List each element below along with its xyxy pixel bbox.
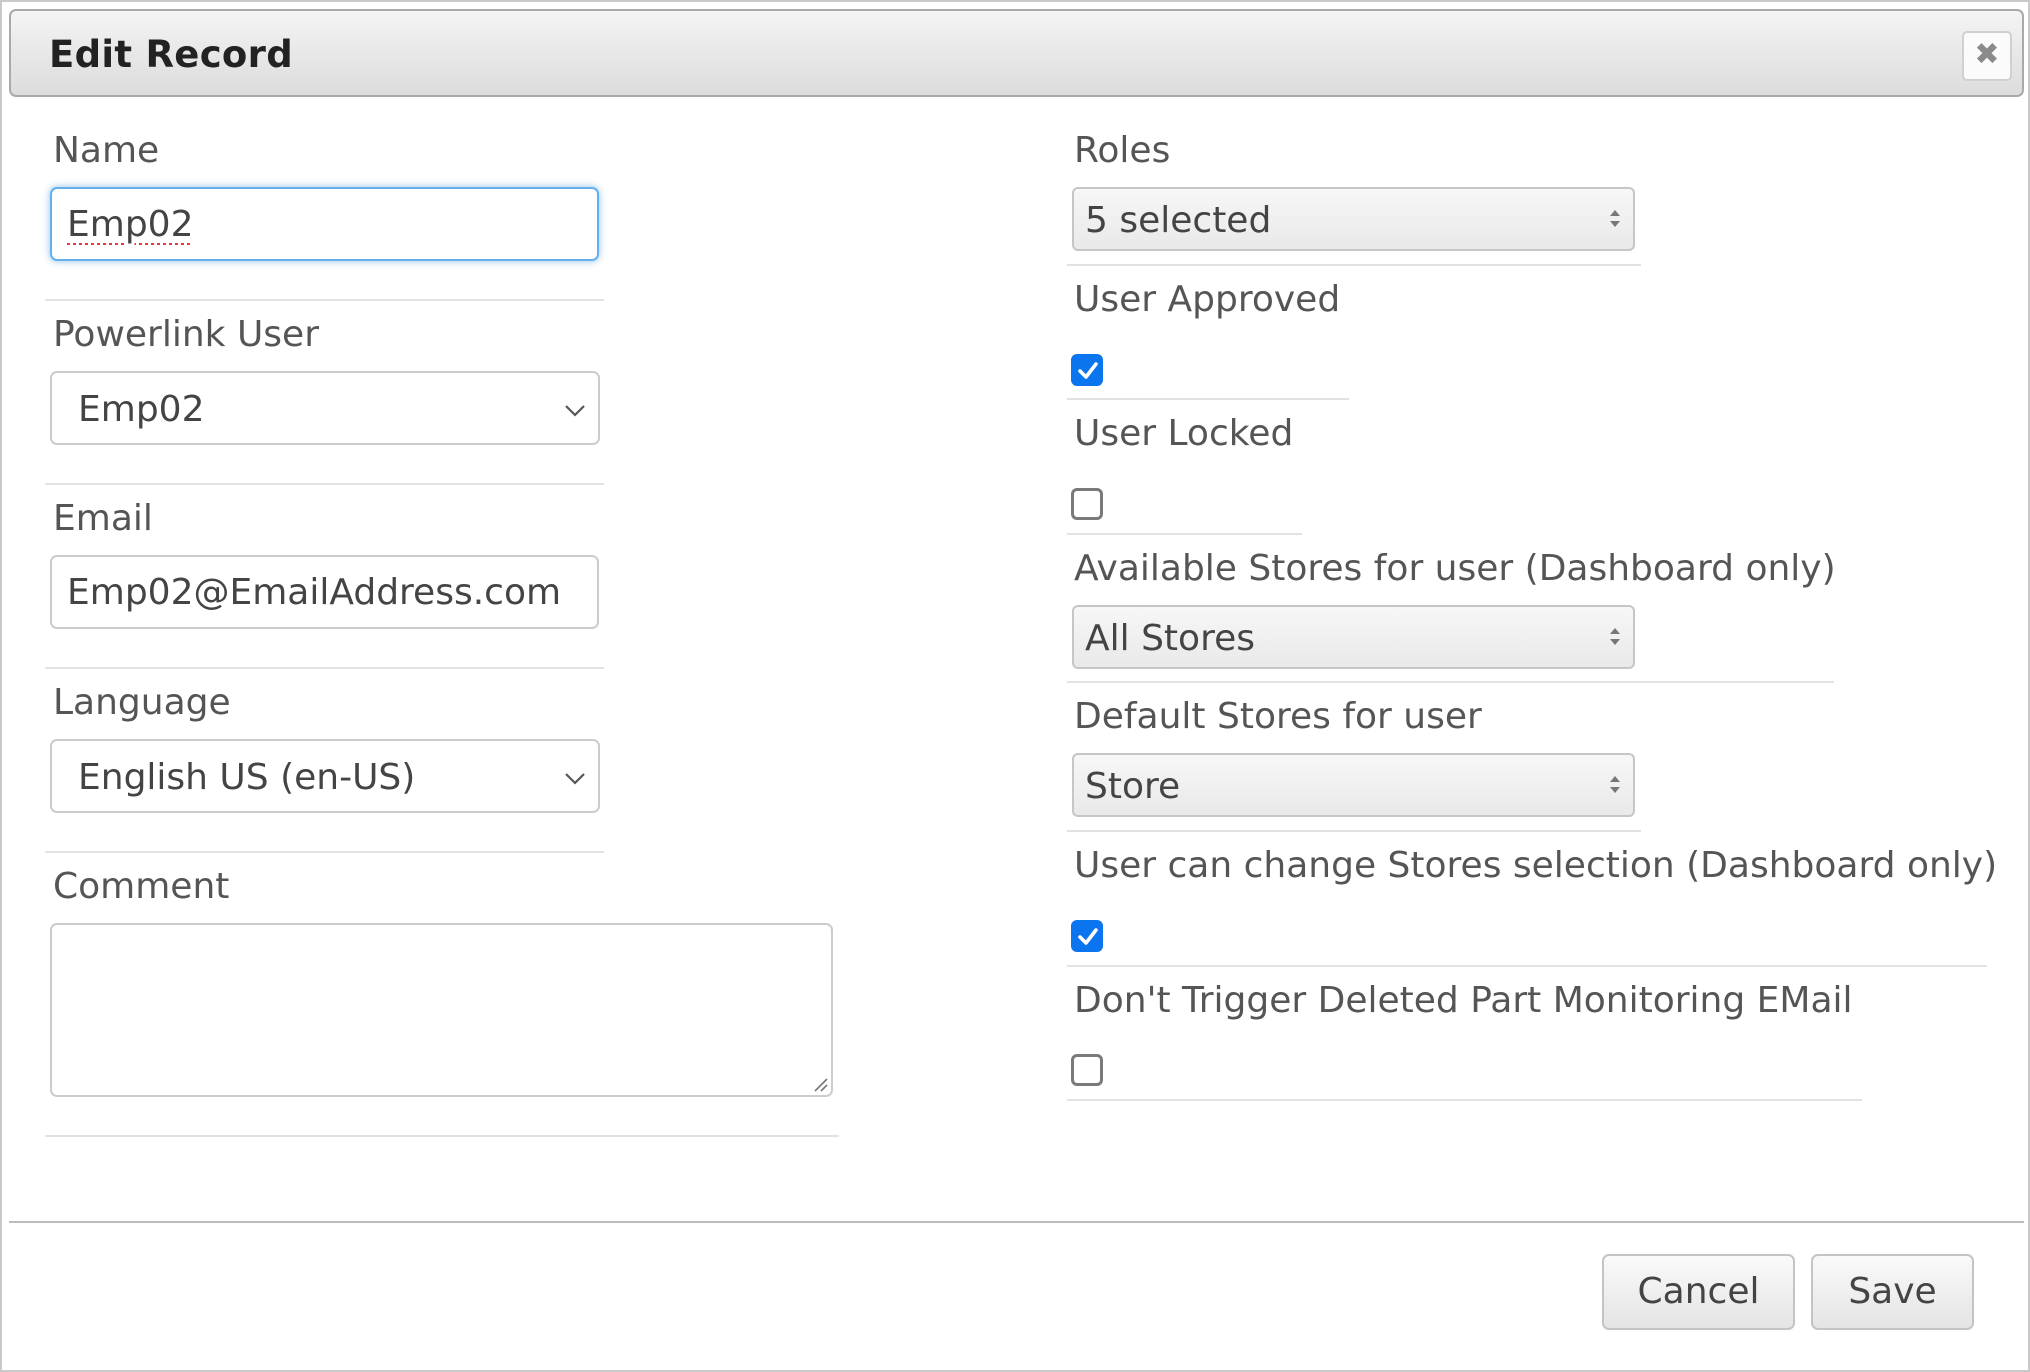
available-stores-label: Available Stores for user (Dashboard onl… (1074, 548, 1836, 589)
dialog-title: Edit Record (49, 33, 293, 76)
roles-value: 5 selected (1085, 200, 1272, 241)
separator (1067, 681, 1834, 683)
checkmark-icon (1078, 928, 1098, 945)
separator (45, 851, 604, 853)
checkmark-icon (1078, 362, 1098, 379)
dont-trigger-email-checkbox[interactable] (1071, 1054, 1103, 1086)
email-field[interactable] (50, 555, 599, 629)
powerlink-user-label: Powerlink User (53, 314, 320, 355)
separator (1067, 965, 1987, 967)
separator (1067, 830, 1641, 832)
separator (45, 299, 604, 301)
dialog-titlebar: Edit Record ✖ (9, 9, 2024, 97)
separator (1067, 1099, 1862, 1101)
resize-handle-icon[interactable] (811, 1075, 829, 1093)
footer-divider (9, 1221, 2024, 1223)
comment-textarea[interactable] (50, 923, 833, 1097)
up-down-arrows-icon (1610, 628, 1620, 645)
available-stores-select[interactable]: All Stores (1072, 605, 1635, 669)
powerlink-user-value: Emp02 (78, 389, 205, 430)
default-stores-value: Store (1085, 766, 1181, 807)
available-stores-value: All Stores (1085, 618, 1255, 659)
edit-record-dialog: Edit Record ✖ Name Powerlink User Emp02 … (0, 0, 2030, 1372)
comment-label: Comment (53, 866, 230, 907)
up-down-arrows-icon (1610, 210, 1620, 227)
roles-label: Roles (1074, 130, 1171, 171)
separator (45, 667, 604, 669)
separator (1067, 533, 1302, 535)
user-approved-checkbox[interactable] (1071, 354, 1103, 386)
default-stores-label: Default Stores for user (1074, 696, 1482, 737)
user-can-change-stores-label: User can change Stores selection (Dashbo… (1074, 845, 1998, 886)
chevron-down-icon (565, 773, 585, 785)
up-down-arrows-icon (1610, 776, 1620, 793)
name-label: Name (53, 130, 160, 171)
email-label: Email (53, 498, 153, 539)
chevron-down-icon (565, 405, 585, 417)
separator (45, 483, 604, 485)
separator (1067, 264, 1641, 266)
save-button[interactable]: Save (1811, 1254, 1974, 1330)
cancel-button[interactable]: Cancel (1602, 1254, 1795, 1330)
user-locked-label: User Locked (1074, 413, 1294, 454)
dont-trigger-email-label: Don't Trigger Deleted Part Monitoring EM… (1074, 980, 1853, 1021)
language-label: Language (53, 682, 231, 723)
separator (1067, 398, 1349, 400)
close-button[interactable]: ✖ (1962, 31, 2012, 81)
user-can-change-stores-checkbox[interactable] (1071, 920, 1103, 952)
powerlink-user-select[interactable]: Emp02 (50, 371, 600, 445)
roles-select[interactable]: 5 selected (1072, 187, 1635, 251)
user-approved-label: User Approved (1074, 279, 1341, 320)
name-input[interactable] (50, 187, 599, 261)
user-locked-checkbox[interactable] (1071, 488, 1103, 520)
close-icon: ✖ (1974, 37, 2000, 72)
language-select[interactable]: English US (en-US) (50, 739, 600, 813)
default-stores-select[interactable]: Store (1072, 753, 1635, 817)
separator (45, 1135, 839, 1137)
language-value: English US (en-US) (78, 757, 416, 798)
